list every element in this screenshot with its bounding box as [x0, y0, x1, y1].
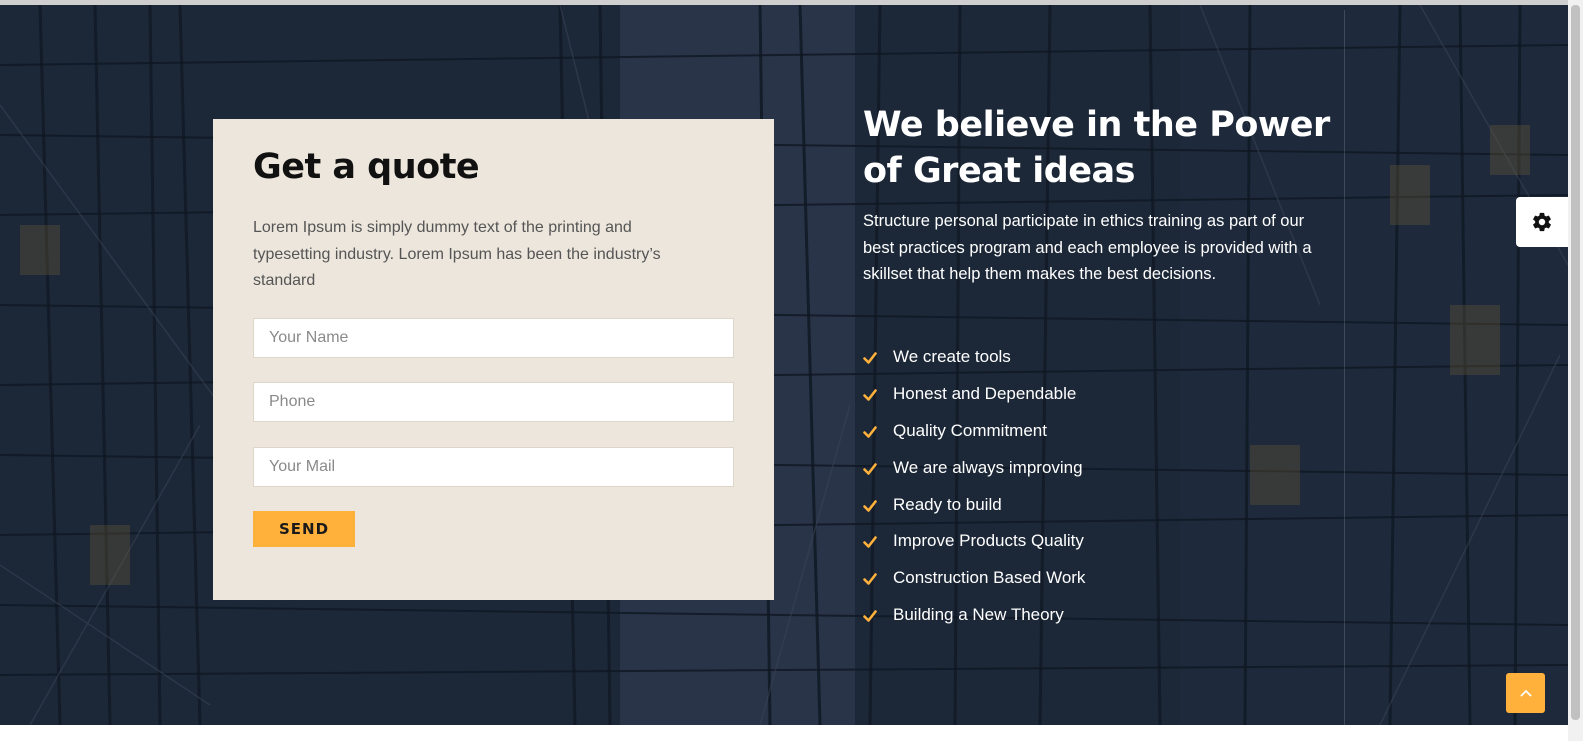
- scroll-to-top-button[interactable]: [1506, 673, 1545, 713]
- list-item: Construction Based Work: [863, 560, 1085, 597]
- check-icon: [863, 536, 877, 549]
- list-item: Improve Products Quality: [863, 523, 1085, 560]
- check-icon: [863, 573, 877, 585]
- feature-label: Improve Products Quality: [893, 531, 1084, 551]
- quote-form-card: Get a quote Lorem Ipsum is simply dummy …: [213, 119, 774, 600]
- check-icon: [863, 426, 877, 438]
- send-button[interactable]: SEND: [253, 511, 355, 547]
- mail-input[interactable]: [253, 447, 734, 487]
- feature-list: We create tools Honest and Dependable Qu…: [863, 339, 1085, 633]
- feature-label: Construction Based Work: [893, 568, 1086, 588]
- about-title: We believe in the Power of Great ideas: [863, 105, 1330, 191]
- list-item: Honest and Dependable: [863, 376, 1085, 413]
- gear-icon: [1533, 212, 1551, 232]
- scrollbar[interactable]: [1568, 0, 1583, 741]
- chevron-up-icon: [1520, 689, 1531, 697]
- feature-label: We are always improving: [893, 457, 1083, 477]
- feature-label: We create tools: [893, 347, 1011, 367]
- about-description: Structure personal participate in ethics…: [863, 212, 1312, 283]
- scrollbar-thumb[interactable]: [1571, 5, 1580, 720]
- quote-description: Lorem Ipsum is simply dummy text of the …: [253, 219, 661, 289]
- settings-button[interactable]: [1516, 197, 1568, 247]
- feature-label: Honest and Dependable: [893, 384, 1077, 404]
- list-item: We are always improving: [863, 449, 1085, 486]
- check-icon: [863, 389, 877, 401]
- phone-input[interactable]: [253, 382, 734, 422]
- feature-label: Quality Commitment: [893, 420, 1047, 440]
- about-block: We believe in the Power of Great ideas S…: [863, 102, 1333, 288]
- page-bottom: [0, 725, 1568, 741]
- check-icon: [863, 499, 877, 512]
- feature-label: Building a New Theory: [893, 604, 1064, 624]
- list-item: Ready to build: [863, 486, 1085, 523]
- list-item: Building a New Theory: [863, 597, 1085, 634]
- divider-line: [1344, 10, 1345, 725]
- quote-title: Get a quote: [253, 147, 480, 187]
- check-icon: [863, 610, 877, 622]
- name-input[interactable]: [253, 318, 734, 358]
- list-item: We create tools: [863, 339, 1085, 376]
- feature-label: Ready to build: [893, 494, 1002, 514]
- list-item: Quality Commitment: [863, 413, 1085, 450]
- check-icon: [863, 352, 877, 365]
- check-icon: [863, 462, 877, 475]
